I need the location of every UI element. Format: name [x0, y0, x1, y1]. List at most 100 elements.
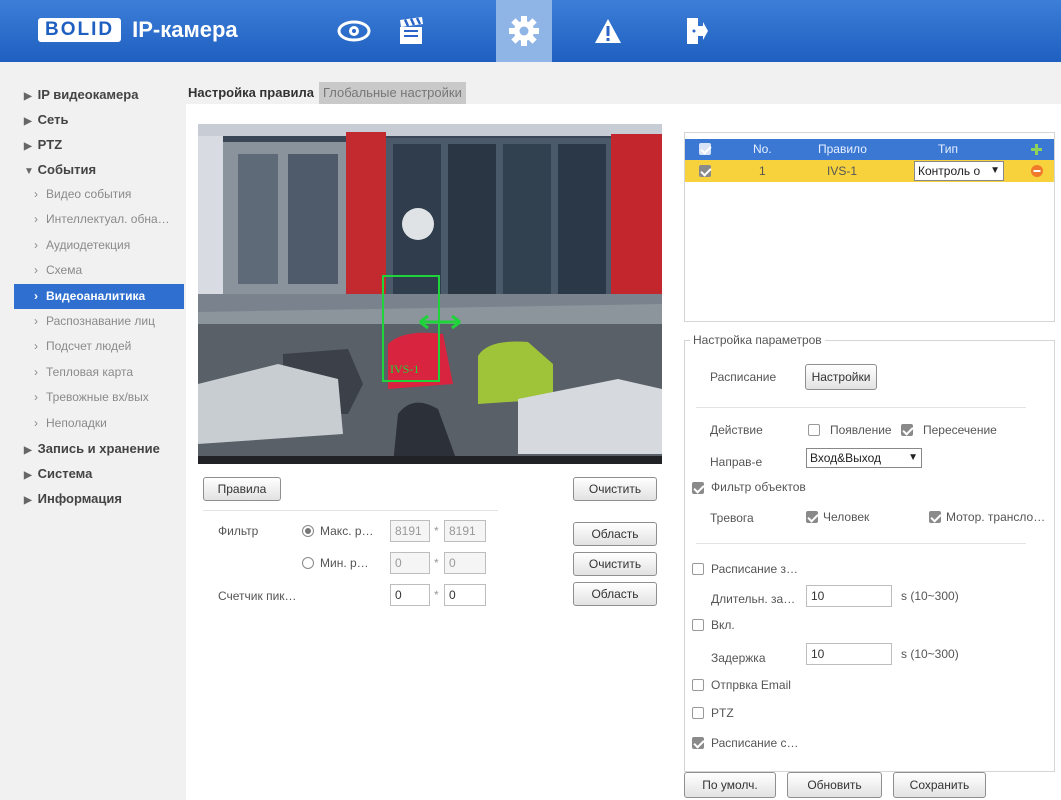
video-preview[interactable]: [198, 124, 662, 464]
pixel-height-field[interactable]: 0: [444, 584, 486, 606]
enable-checkbox[interactable]: [692, 619, 704, 631]
col-rule: Правило: [818, 142, 867, 156]
snapshot-checkbox[interactable]: [692, 737, 704, 749]
chevron-right-icon: ›: [34, 364, 38, 379]
chevron-right-icon: ›: [34, 415, 38, 430]
human-checkbox[interactable]: [806, 511, 818, 523]
clear-button[interactable]: Очистить: [573, 477, 657, 501]
logo: BOLID IP-камера: [38, 17, 238, 43]
sidebar-sub-heat-map[interactable]: › Тепловая карта: [14, 360, 184, 385]
appear-checkbox[interactable]: [808, 424, 820, 436]
direction-select[interactable]: Вход&Выход ▼: [806, 448, 922, 468]
enable-label: Вкл.: [711, 618, 735, 632]
save-button[interactable]: Сохранить: [893, 772, 986, 798]
min-size-radio[interactable]: [302, 557, 314, 569]
max-size-radio[interactable]: [302, 525, 314, 537]
sidebar-item-storage[interactable]: ▶ Запись и хранение: [14, 436, 184, 461]
sidebar-item-system[interactable]: ▶ Система: [14, 461, 184, 486]
params-title: Настройка параметров: [690, 333, 825, 347]
chevron-right-icon: ›: [34, 313, 38, 328]
sidebar-item-network[interactable]: ▶ Сеть: [14, 107, 184, 132]
snapshot-label: Расписание с…: [711, 736, 799, 750]
schedule-settings-button[interactable]: Настройки: [805, 364, 877, 390]
pixel-width-field[interactable]: 0: [390, 584, 430, 606]
params-panel: [684, 340, 1055, 772]
sidebar-sub-label: Неполадки: [46, 415, 107, 430]
pixel-counter-label: Счетчик пик…: [218, 589, 297, 603]
sidebar-sub-label: Видео события: [46, 187, 132, 201]
sidebar-sub-video-analytics[interactable]: › Видеоаналитика: [14, 283, 184, 309]
sidebar-sub-video-events[interactable]: › Видео события: [14, 182, 184, 207]
alarm-label: Тревога: [710, 511, 754, 525]
col-no: No.: [753, 142, 772, 156]
chevron-right-icon: ›: [34, 212, 38, 227]
nav-alarm[interactable]: [580, 0, 636, 62]
sidebar-item-ptz[interactable]: ▶ PTZ: [14, 132, 184, 157]
chevron-right-icon: ›: [34, 288, 38, 303]
object-filter-checkbox[interactable]: [692, 482, 704, 494]
chevron-down-icon: ▼: [908, 452, 918, 463]
max-width-field[interactable]: 8191: [390, 520, 430, 542]
add-rule-icon[interactable]: [1030, 143, 1043, 156]
sidebar-sub-smart-detection[interactable]: › Интеллектуал. обна…: [14, 207, 184, 232]
col-type: Тип: [938, 142, 959, 156]
sidebar-sub-audio-detection[interactable]: › Аудиодетекция: [14, 233, 184, 258]
remove-rule-icon[interactable]: [1031, 165, 1043, 177]
delay-field[interactable]: 10: [806, 643, 892, 665]
sidebar-item-events[interactable]: ▼ События: [14, 157, 184, 182]
ivs-rule-label: IVS-1: [390, 362, 420, 376]
sidebar-sub-scheme[interactable]: › Схема: [14, 258, 184, 283]
max-height-field[interactable]: 8191: [444, 520, 486, 542]
nav-live-view[interactable]: [326, 0, 382, 62]
rule-type-select[interactable]: Контроль о ▼: [914, 161, 1004, 181]
sidebar-sub-label: Тревожные вх/вых: [46, 390, 149, 405]
sidebar-sub-faults[interactable]: › Неполадки: [14, 411, 184, 436]
table-row[interactable]: 1 IVS-1 Контроль о ▼: [685, 160, 1054, 182]
min-width-field[interactable]: 0: [390, 552, 430, 574]
min-height-field[interactable]: 0: [444, 552, 486, 574]
area-button-2[interactable]: Область: [573, 582, 657, 606]
tab-global-settings[interactable]: Глобальные настройки: [318, 82, 466, 104]
row-checkbox[interactable]: [699, 165, 711, 177]
sidebar-sub-face-recognition[interactable]: › Распознавание лиц: [14, 309, 184, 334]
nav-logout[interactable]: [668, 0, 724, 62]
sidebar-sub-label: Подсчет людей: [46, 339, 132, 354]
select-all-checkbox[interactable]: [699, 143, 711, 155]
tab-bar: Настройка правила Глобальные настройки: [186, 82, 466, 104]
times-sign: *: [434, 556, 439, 570]
record-schedule-checkbox[interactable]: [692, 563, 704, 575]
email-label: Отпрвка Email: [711, 678, 791, 692]
ptz-label: PTZ: [711, 706, 734, 720]
tab-rule-settings[interactable]: Настройка правила: [186, 82, 316, 104]
ptz-checkbox[interactable]: [692, 707, 704, 719]
warning-icon: [595, 19, 621, 43]
nav-playback[interactable]: [384, 0, 440, 62]
sidebar-item-label: Информация: [37, 490, 122, 506]
sidebar: ▶ IP видеокамера ▶ Сеть ▶ PTZ ▼ События …: [14, 80, 184, 511]
sidebar-item-ip-camera[interactable]: ▶ IP видеокамера: [14, 82, 184, 107]
clear-button-2[interactable]: Очистить: [573, 552, 657, 576]
chevron-right-icon: ›: [34, 187, 38, 201]
gear-icon: [509, 16, 539, 46]
area-button[interactable]: Область: [573, 522, 657, 546]
eye-icon: [337, 20, 371, 42]
rules-button[interactable]: Правила: [203, 477, 281, 501]
sidebar-sub-people-counting[interactable]: › Подсчет людей: [14, 334, 184, 359]
default-button[interactable]: По умолч.: [684, 772, 776, 798]
sidebar-item-label: IP видеокамера: [37, 87, 139, 102]
object-filter-label: Фильтр объектов: [711, 480, 806, 494]
appear-label: Появление: [830, 423, 892, 437]
motor-checkbox[interactable]: [929, 511, 941, 523]
brand-logo: BOLID: [38, 18, 122, 42]
sidebar-sub-alarm-io[interactable]: › Тревожные вх/вых: [14, 385, 184, 410]
logout-icon: [687, 18, 708, 44]
sidebar-item-label: PTZ: [37, 137, 63, 152]
delay-range: s (10~300): [901, 647, 959, 661]
cross-checkbox[interactable]: [901, 424, 913, 436]
refresh-button[interactable]: Обновить: [787, 772, 882, 798]
filter-label: Фильтр: [218, 524, 259, 538]
duration-field[interactable]: 10: [806, 585, 892, 607]
email-checkbox[interactable]: [692, 679, 704, 691]
sidebar-item-info[interactable]: ▶ Информация: [14, 486, 184, 511]
nav-settings[interactable]: [496, 0, 552, 62]
